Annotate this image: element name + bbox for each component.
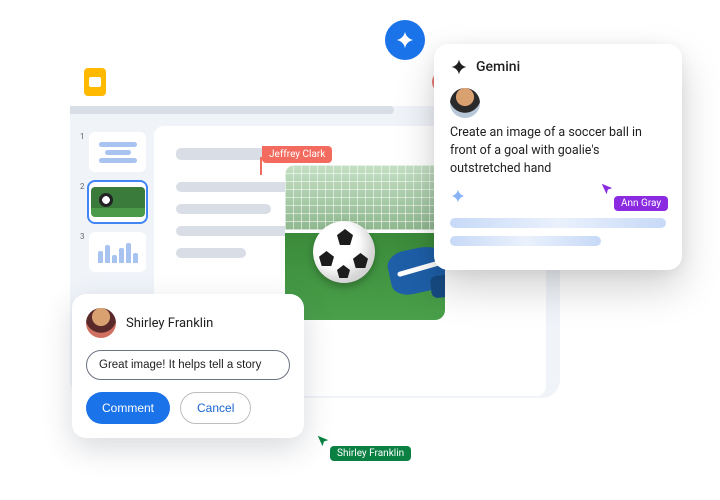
gemini-prompt-text: Create an image of a soccer ball in fron… bbox=[450, 124, 666, 178]
placeholder-text bbox=[176, 248, 246, 258]
collaborator-cursor-jeffrey: Jeffrey Clark bbox=[262, 146, 332, 163]
goal-net-icon bbox=[285, 165, 445, 230]
thumb-row[interactable]: 2 bbox=[80, 182, 146, 222]
collaborator-cursor-ann: Ann Gray bbox=[600, 182, 614, 196]
comment-cancel-button[interactable]: Cancel bbox=[180, 392, 251, 424]
comment-author-name: Shirley Franklin bbox=[126, 316, 213, 331]
slide-thumbnail-3[interactable] bbox=[89, 232, 146, 272]
comment-author-avatar bbox=[86, 308, 116, 338]
collaborator-cursor-shirley-label: Shirley Franklin bbox=[330, 446, 411, 461]
gemini-panel: Gemini Create an image of a soccer ball … bbox=[434, 44, 682, 270]
gemini-loading bbox=[450, 218, 666, 246]
gemini-header: Gemini bbox=[450, 58, 666, 76]
placeholder-text bbox=[176, 204, 271, 214]
thumb-number: 2 bbox=[80, 182, 85, 191]
slide-thumbnail-2[interactable] bbox=[89, 182, 146, 222]
gemini-badge-icon[interactable] bbox=[385, 20, 425, 60]
user-avatar bbox=[450, 88, 480, 118]
gemini-input-spark-icon bbox=[450, 188, 466, 204]
collaborator-cursor-shirley: Shirley Franklin bbox=[316, 434, 330, 448]
gemini-spark-icon bbox=[450, 58, 468, 76]
placeholder-title bbox=[176, 148, 266, 160]
loading-bar bbox=[450, 236, 601, 246]
slide-thumbnail-1[interactable] bbox=[89, 132, 146, 172]
collaborator-cursor-ann-label: Ann Gray bbox=[614, 196, 668, 211]
thumb-row[interactable]: 3 bbox=[80, 232, 146, 272]
slide-image-soccer[interactable] bbox=[285, 165, 445, 320]
loading-bar bbox=[450, 218, 666, 228]
placeholder-text bbox=[176, 226, 291, 236]
gemini-title: Gemini bbox=[476, 59, 520, 75]
placeholder-text bbox=[176, 182, 296, 192]
soccer-ball-icon bbox=[313, 221, 375, 283]
thumb-row[interactable]: 1 bbox=[80, 132, 146, 172]
slides-logo-icon bbox=[84, 68, 106, 96]
thumb-number: 1 bbox=[80, 132, 85, 141]
thumb-number: 3 bbox=[80, 232, 85, 241]
comment-card: Shirley Franklin Comment Cancel bbox=[72, 294, 304, 438]
thumbnail-image-icon bbox=[91, 187, 145, 217]
comment-input[interactable] bbox=[86, 350, 290, 380]
comment-submit-button[interactable]: Comment bbox=[86, 392, 170, 424]
